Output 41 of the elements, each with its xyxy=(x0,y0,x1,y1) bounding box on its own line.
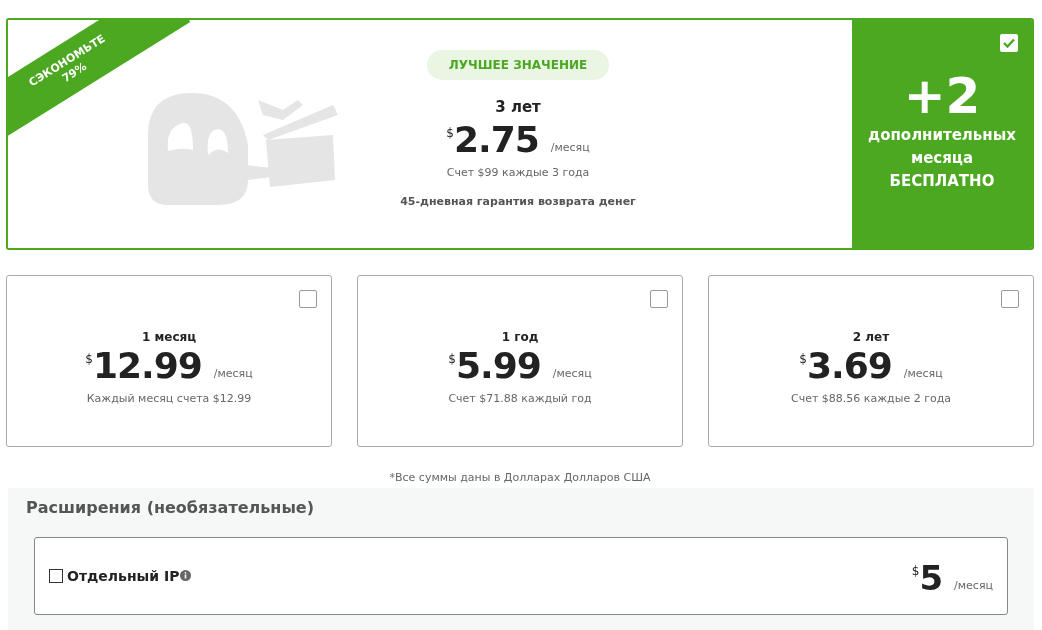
checkbox[interactable] xyxy=(1001,290,1019,308)
plan-term: 2 лет xyxy=(852,330,890,344)
bonus-text: БЕСПЛАТНО xyxy=(889,171,995,192)
checkbox[interactable] xyxy=(1000,34,1018,52)
price-amount: 2.75 xyxy=(453,120,539,160)
plan-term: 1 месяц xyxy=(141,330,197,344)
price-amount: 5 xyxy=(919,558,943,598)
per-month-label: /месяц xyxy=(213,367,253,380)
guarantee-note: 45-дневная гарантия возврата денег xyxy=(400,195,636,208)
currency-sign: $ xyxy=(799,352,807,366)
per-month-label: /месяц xyxy=(903,367,943,380)
billing-note: Счет $99 каждые 3 года xyxy=(446,166,590,179)
plan-card[interactable]: 2 лет $3.69 /месяц Счет $88.56 каждые 2 года xyxy=(708,275,1034,447)
checkbox[interactable] xyxy=(49,569,63,583)
currency-sign: $ xyxy=(446,126,454,140)
currency-footnote: *Все суммы даны в Долларах Долларов США xyxy=(388,471,652,484)
billing-note: Счет $71.88 каждый год xyxy=(448,392,592,405)
plan-card[interactable]: 1 год $5.99 /месяц Счет $71.88 каждый год xyxy=(357,275,683,447)
per-month-label: /месяц xyxy=(552,367,592,380)
extensions-title: Расширения (необязательные) xyxy=(26,498,316,517)
price-amount: 12.99 xyxy=(92,346,202,386)
checkbox[interactable] xyxy=(299,290,317,308)
info-icon[interactable] xyxy=(180,570,192,581)
bonus-text: месяца xyxy=(910,148,974,169)
currency-sign: $ xyxy=(85,352,93,366)
best-value-badge: ЛУЧШЕЕ ЗНАЧЕНИЕ xyxy=(426,50,610,80)
billing-note: Счет $88.56 каждые 2 года xyxy=(790,392,951,405)
currency-sign: $ xyxy=(448,352,456,366)
currency-sign: $ xyxy=(911,564,920,578)
plan-term: 3 лет xyxy=(495,98,541,116)
price-amount: 5.99 xyxy=(455,346,541,386)
bonus-amount: +2 xyxy=(903,68,981,124)
price-amount: 3.69 xyxy=(806,346,892,386)
billing-note: Каждый месяц счета $12.99 xyxy=(86,392,252,405)
per-month-label: /месяц xyxy=(550,141,590,154)
plan-card[interactable]: 1 месяц $12.99 /месяц Каждый месяц счета $12.99 xyxy=(6,275,332,447)
bonus-text: дополнительных xyxy=(868,125,1016,146)
checkbox[interactable] xyxy=(650,290,668,308)
addon-label: Отдельный IP xyxy=(67,568,180,584)
plan-term: 1 год xyxy=(501,330,539,344)
per-month-label: /месяц xyxy=(954,579,993,592)
